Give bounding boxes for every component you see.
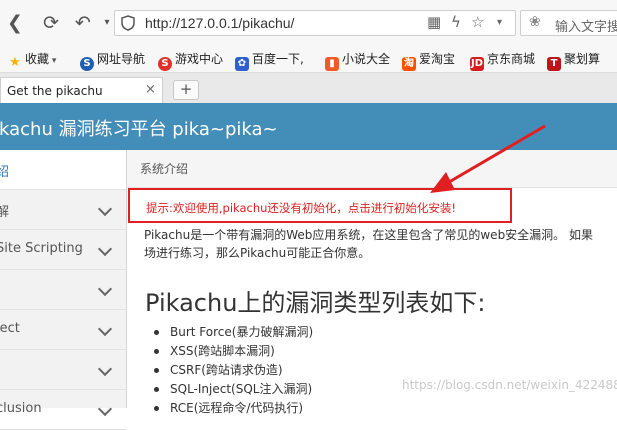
bookmark-item[interactable]: S 网址导航 bbox=[80, 50, 146, 71]
jd-icon: JD bbox=[470, 57, 484, 71]
app-header: ikachu 漏洞练习平台 pika~pika~ bbox=[0, 103, 617, 150]
sidebar-item-label: 绍 bbox=[0, 165, 10, 180]
bookmarks-bar: ★ 收藏 ▾ S 网址导航 S 游戏中心 ✿ 百度一下, ▮ 小说大全 淘爱淘宝 JD 京东… bbox=[0, 46, 617, 73]
chevron-down-icon[interactable]: ▾ bbox=[497, 17, 502, 28]
chevron-down-icon bbox=[97, 361, 113, 377]
bookmark-label: 爱淘宝 bbox=[419, 52, 456, 66]
intro-paragraph: Pikachu是一个带有漏洞的Web应用系统，在这里包含了常见的web安全漏洞。… bbox=[144, 226, 614, 262]
bookmark-item[interactable]: ★ 收藏 ▾ bbox=[8, 50, 56, 70]
bookmark-item[interactable]: S 游戏中心 bbox=[158, 50, 224, 71]
bookmark-item[interactable]: JD 京东商城 bbox=[470, 50, 536, 71]
bookmark-item[interactable]: 淘爱淘宝 bbox=[402, 50, 456, 71]
bookmark-label: 收藏 bbox=[25, 52, 50, 66]
qr-code-icon[interactable]: ▦ bbox=[427, 13, 441, 31]
list-item: CSRF(跨站请求伪造) bbox=[152, 361, 313, 380]
sogou-icon: S bbox=[80, 57, 94, 71]
tab-strip: Get the pikachu × + bbox=[0, 73, 617, 104]
list-item: SQL-Inject(SQL注入漏洞) bbox=[152, 380, 313, 399]
close-icon[interactable]: × bbox=[145, 82, 156, 97]
sidebar-item-sql-inject[interactable]: ject bbox=[0, 310, 126, 350]
undo-icon[interactable]: ↶ bbox=[70, 10, 96, 36]
bookmark-item[interactable]: ▮ 小说大全 bbox=[325, 50, 391, 71]
intro-line: Pikachu是一个带有漏洞的Web应用系统，在这里包含了常见的web安全漏洞。… bbox=[144, 228, 594, 242]
bookmark-label: 小说大全 bbox=[342, 52, 391, 66]
star-icon: ★ bbox=[9, 55, 21, 70]
juhuasuan-icon: T bbox=[547, 57, 561, 71]
baidu-icon: ✿ bbox=[235, 57, 249, 71]
sidebar-item-label: 解 bbox=[0, 205, 10, 220]
game-icon: S bbox=[158, 57, 172, 71]
shield-icon bbox=[121, 15, 135, 31]
sidebar-item-label: clusion bbox=[0, 401, 42, 416]
address-bar[interactable]: http://127.0.0.1/pikachu/ ▦ ϟ ☆ ▾ bbox=[114, 10, 516, 36]
sidebar-item-label: ject bbox=[0, 321, 20, 336]
url-text[interactable]: http://127.0.0.1/pikachu/ bbox=[145, 15, 294, 31]
vuln-list-heading: Pikachu上的漏洞类型列表如下: bbox=[145, 289, 486, 317]
bookmark-label: 游戏中心 bbox=[175, 52, 224, 66]
list-item: XSS(跨站脚本漏洞) bbox=[152, 342, 313, 361]
sidebar-item-intro[interactable]: 绍 bbox=[0, 150, 126, 190]
bookmark-label: 百度一下, bbox=[252, 52, 304, 66]
app-title[interactable]: ikachu 漏洞练习平台 pika~pika~ bbox=[0, 115, 278, 141]
bookmark-label: 聚划算 bbox=[564, 52, 601, 66]
lightning-icon[interactable]: ϟ bbox=[451, 13, 461, 31]
search-input[interactable]: 输入文字搜 bbox=[555, 16, 617, 35]
search-box[interactable]: ❀ 输入文字搜 bbox=[520, 10, 617, 36]
new-tab-button[interactable]: + bbox=[173, 80, 199, 100]
novel-icon: ▮ bbox=[325, 57, 339, 71]
chevron-down-icon bbox=[97, 241, 113, 257]
bookmark-item[interactable]: T 聚划算 bbox=[547, 50, 601, 71]
paw-icon: ❀ bbox=[529, 14, 541, 30]
chevron-down-icon bbox=[97, 401, 113, 417]
breadcrumb: 系统介绍 bbox=[140, 162, 189, 176]
back-icon[interactable]: ❮ bbox=[2, 10, 28, 36]
chevron-down-icon bbox=[97, 321, 113, 337]
chevron-down-icon bbox=[97, 281, 113, 297]
watermark: https://blog.csdn.net/weixin_42248871 bbox=[402, 378, 617, 392]
list-item: RCE(远程命令/代码执行) bbox=[152, 399, 313, 418]
sidebar-item-xss[interactable]: Site Scripting bbox=[0, 230, 126, 270]
init-alert: 提示:欢迎使用,pikachu还没有初始化，点击进行初始化安装! bbox=[128, 188, 512, 223]
star-icon[interactable]: ☆ bbox=[471, 13, 484, 31]
chevron-down-icon bbox=[97, 201, 113, 217]
tab-label: Get the pikachu bbox=[7, 84, 103, 98]
bookmark-item[interactable]: ✿ 百度一下, bbox=[235, 50, 304, 71]
sidebar-item-csrf[interactable] bbox=[0, 270, 126, 310]
browser-toolbar: ❮ ⟳ ↶ ▾ http://127.0.0.1/pikachu/ ▦ ϟ ☆ … bbox=[0, 0, 617, 46]
list-item: Burt Force(暴力破解漏洞) bbox=[152, 323, 313, 342]
sidebar: 绍 解 Site Scripting ject clusion bbox=[0, 150, 127, 430]
sidebar-item-file-inclusion[interactable]: clusion bbox=[0, 390, 126, 430]
taobao-icon: 淘 bbox=[402, 57, 416, 71]
bookmark-label: 网址导航 bbox=[97, 52, 146, 66]
vuln-list: Burt Force(暴力破解漏洞) XSS(跨站脚本漏洞) CSRF(跨站请求… bbox=[152, 323, 313, 418]
bookmark-label: 京东商城 bbox=[487, 52, 536, 66]
sidebar-item-label: Site Scripting bbox=[0, 241, 83, 256]
reload-icon[interactable]: ⟳ bbox=[38, 10, 64, 36]
tab-get-the-pikachu[interactable]: Get the pikachu × bbox=[0, 77, 163, 104]
breadcrumb-bar: 系统介绍 bbox=[127, 150, 617, 188]
sidebar-item-brute-force[interactable]: 解 bbox=[0, 190, 126, 230]
intro-line: 场进行练习，那么Pikachu可能正合你意。 bbox=[144, 246, 371, 260]
init-alert-link[interactable]: 提示:欢迎使用,pikachu还没有初始化，点击进行初始化安装! bbox=[146, 200, 456, 216]
sidebar-item-rce[interactable] bbox=[0, 350, 126, 390]
